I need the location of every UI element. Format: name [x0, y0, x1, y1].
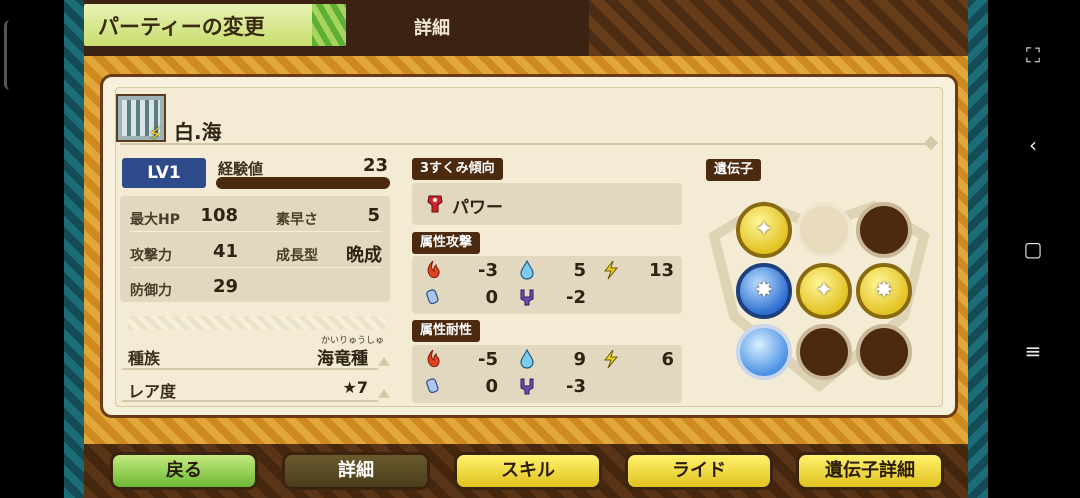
tab-detail[interactable]: 詳細	[414, 14, 450, 40]
dragon-icon	[520, 378, 534, 395]
gene-detail-button[interactable]: 遺伝子詳細	[796, 452, 944, 490]
water-icon	[520, 260, 534, 280]
attack-ice-value: 0	[485, 287, 498, 308]
decorative-strip	[128, 316, 386, 330]
growth-value: 晩成	[346, 245, 382, 266]
resist-dragon-value: -3	[566, 376, 586, 397]
ride-button[interactable]: ライド	[625, 452, 773, 490]
attribute-resist-label: 属性耐性	[412, 320, 481, 342]
exp-bar	[216, 177, 390, 189]
species-value: 海竜種	[317, 349, 368, 369]
thunder-icon	[603, 260, 619, 280]
tendency-value: パワー	[452, 198, 503, 218]
species-triangle-icon	[378, 357, 390, 366]
dragon-icon	[520, 289, 534, 306]
resist-water-value: 9	[573, 349, 586, 370]
ice-icon	[426, 378, 439, 394]
thunder-icon	[603, 349, 619, 369]
system-nav-bar: ⛶ ‹ ▢ ≡	[988, 0, 1080, 498]
resist-fire-value: -5	[478, 349, 498, 370]
level-badge: LV1	[122, 158, 206, 188]
rarity-triangle-icon	[378, 389, 390, 398]
water-icon	[520, 349, 534, 369]
max-hp-value: 108	[200, 205, 238, 226]
attack-thunder-value: 13	[648, 260, 674, 281]
skill-button[interactable]: スキル	[454, 452, 602, 490]
title-tab: パーティーの変更	[84, 4, 346, 46]
attack-dragon-value: -2	[566, 287, 586, 308]
speed-label: 素早さ	[276, 212, 318, 228]
game-screen: パーティーの変更 詳細 ⚡ 白.海 LV1 経験値 23 最大HP 108 素早…	[64, 0, 988, 498]
species-label: 種族	[128, 349, 161, 368]
header-bar: パーティーの変更 詳細	[84, 0, 968, 56]
rarity-value: ★7	[342, 378, 368, 397]
gene-slot-2[interactable]	[796, 202, 852, 258]
detail-button[interactable]: 詳細	[282, 452, 430, 490]
gene-skill-icon: ✸	[754, 278, 774, 303]
gene-slot-8[interactable]	[796, 324, 852, 380]
gene-slot-6[interactable]: ✸	[856, 263, 912, 319]
back-button[interactable]: 戻る	[110, 452, 258, 490]
gene-slot-3[interactable]	[856, 202, 912, 258]
fire-icon	[427, 260, 440, 279]
gene-slot-5[interactable]: ✦	[796, 263, 852, 319]
gene-label: 遺伝子	[706, 159, 762, 181]
gene-slot-4[interactable]: ✸	[736, 263, 792, 319]
ice-icon	[426, 289, 439, 305]
attack-fire-value: -3	[478, 260, 498, 281]
fullscreen-icon[interactable]: ⛶	[1020, 42, 1046, 68]
power-icon	[427, 195, 443, 213]
gene-slot-1[interactable]: ✦	[736, 202, 792, 258]
screen-edge-left	[0, 0, 64, 498]
back-nav-icon[interactable]: ‹	[1020, 132, 1046, 158]
growth-label: 成長型	[276, 248, 318, 264]
gene-slot-7[interactable]	[736, 324, 792, 380]
fire-icon	[427, 349, 440, 368]
tendency-label: 3すくみ傾向	[412, 158, 503, 180]
home-nav-icon[interactable]: ▢	[1020, 236, 1046, 262]
defense-label: 防御力	[130, 283, 172, 299]
gene-skill-icon: ✸	[874, 278, 894, 303]
resist-thunder-value: 6	[661, 349, 674, 370]
exp-label: 経験値	[218, 160, 264, 178]
page-title: パーティーの変更	[98, 15, 265, 39]
rarity-label: レア度	[128, 382, 177, 401]
exp-value: 23	[362, 155, 388, 176]
attack-value: 41	[212, 241, 238, 262]
gene-skill-icon: ✦	[814, 278, 834, 303]
attack-water-value: 5	[573, 260, 586, 281]
resist-ice-value: 0	[485, 376, 498, 397]
speed-value: 5	[367, 205, 380, 226]
menu-nav-icon[interactable]: ≡	[1020, 338, 1046, 364]
attribute-attack-label: 属性攻撃	[412, 232, 481, 254]
gene-slot-9[interactable]	[856, 324, 912, 380]
gene-skill-icon: ✦	[754, 217, 774, 242]
defense-value: 29	[212, 276, 238, 297]
monster-name: 白.海	[174, 120, 222, 144]
max-hp-label: 最大HP	[130, 212, 180, 228]
attack-label: 攻撃力	[130, 248, 172, 264]
